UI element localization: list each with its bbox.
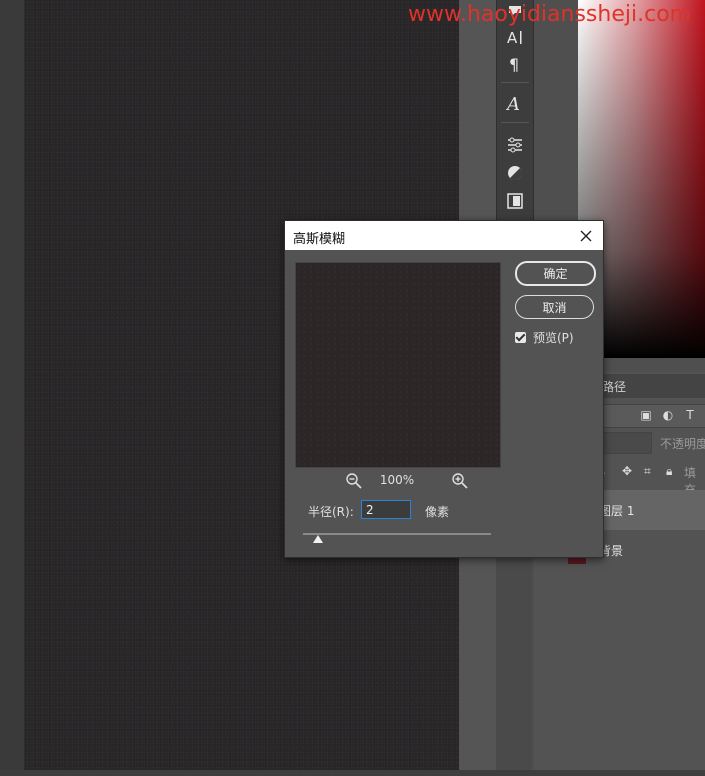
image-filter-icon[interactable]: ▣ bbox=[639, 408, 653, 422]
ok-button[interactable]: 确定 bbox=[515, 261, 596, 286]
panel-icon-toolbar: A ¶ A bbox=[496, 0, 534, 220]
preview-label: 预览(P) bbox=[533, 330, 574, 345]
layer-filter-bar: ▣ ◐ T bbox=[594, 404, 705, 428]
glyphs-icon[interactable]: A bbox=[497, 92, 533, 116]
gaussian-blur-dialog: 高斯模糊 100% 确定 取消 预览(P) 半径(R): 2 像素 bbox=[284, 220, 604, 558]
zoom-controls: 100% bbox=[295, 471, 499, 491]
blur-preview-area[interactable] bbox=[295, 262, 501, 468]
radius-slider-thumb[interactable] bbox=[313, 535, 324, 543]
close-icon[interactable] bbox=[575, 225, 597, 247]
paragraph-icon[interactable]: ¶ bbox=[497, 52, 533, 76]
opacity-label: 不透明度 bbox=[660, 437, 705, 451]
ruler-strip bbox=[0, 0, 25, 776]
tab-paths[interactable]: 路径 bbox=[602, 378, 626, 395]
layer-row-background[interactable]: 背景 bbox=[594, 530, 705, 570]
adjustments-icon[interactable] bbox=[497, 133, 533, 157]
layer-row-1[interactable]: 图层 1 bbox=[594, 490, 705, 530]
svg-text:A: A bbox=[507, 29, 518, 46]
svg-text:¶: ¶ bbox=[509, 55, 519, 73]
cancel-button[interactable]: 取消 bbox=[515, 295, 594, 319]
radius-input[interactable]: 2 bbox=[361, 500, 411, 519]
svg-text:A: A bbox=[506, 94, 520, 114]
dialog-titlebar: 高斯模糊 bbox=[285, 221, 603, 250]
styles-icon[interactable] bbox=[497, 161, 533, 185]
radius-label: 半径(R): bbox=[308, 505, 354, 519]
opacity-row: 不透明度 bbox=[594, 432, 705, 454]
lock-row: ✎ ✥ ⌗ 🔒︎ 填充 bbox=[594, 462, 705, 497]
move-lock-icon[interactable]: ✥ bbox=[622, 464, 632, 478]
lock-icon[interactable]: 🔒︎ bbox=[666, 464, 672, 479]
adjustment-filter-icon[interactable]: ◐ bbox=[661, 408, 675, 422]
layer-name: 图层 1 bbox=[599, 504, 635, 518]
character-text-icon[interactable]: A bbox=[497, 25, 533, 49]
preview-checkbox[interactable]: 预览(P) bbox=[515, 329, 574, 345]
dialog-title: 高斯模糊 bbox=[293, 232, 346, 247]
artboard-lock-icon[interactable]: ⌗ bbox=[644, 464, 651, 479]
watermark-text: www.haoyidianssheji.com bbox=[408, 2, 692, 27]
zoom-in-icon[interactable] bbox=[451, 472, 469, 490]
radius-unit: 像素 bbox=[425, 505, 450, 519]
checkbox-checked-icon[interactable] bbox=[515, 331, 526, 343]
radius-slider-track[interactable] bbox=[303, 533, 491, 535]
library-icon[interactable] bbox=[497, 189, 533, 213]
toolbar-divider bbox=[501, 82, 529, 83]
type-filter-icon[interactable]: T bbox=[683, 408, 697, 422]
toolbar-divider bbox=[501, 122, 529, 123]
status-strip bbox=[0, 770, 705, 776]
